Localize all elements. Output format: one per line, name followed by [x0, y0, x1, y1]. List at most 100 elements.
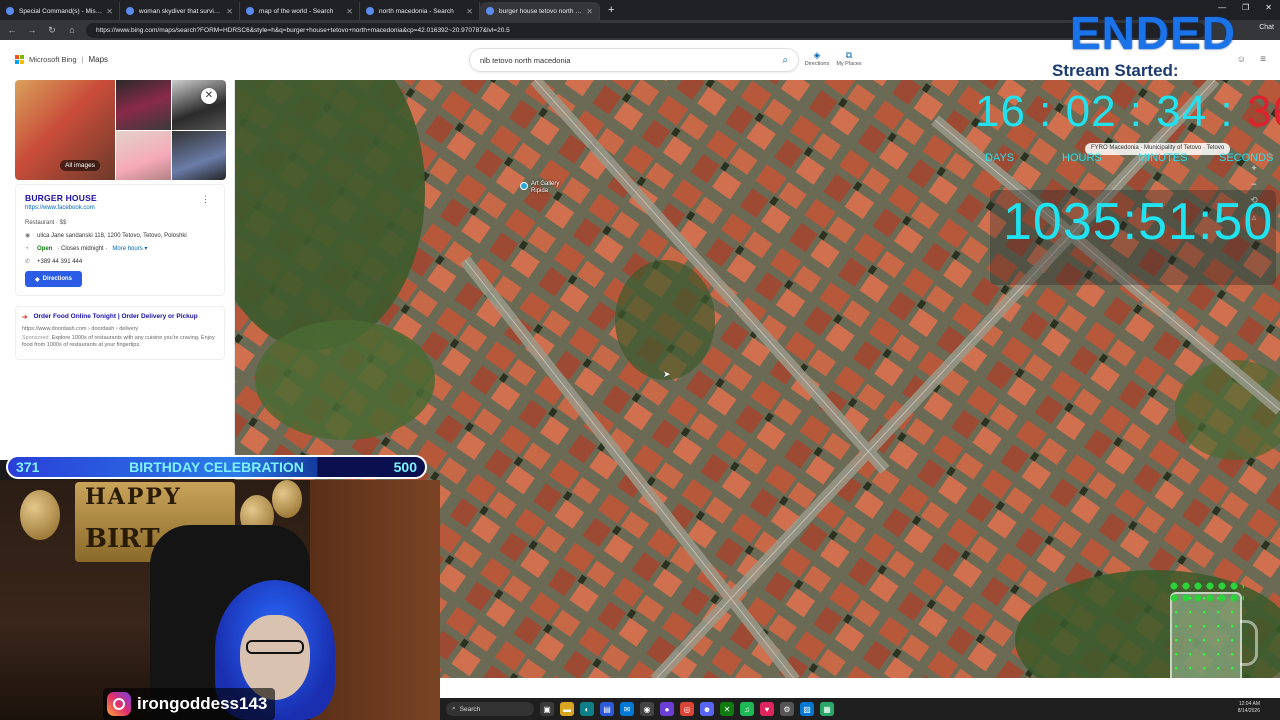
zoom-out-icon[interactable]: − — [1247, 179, 1261, 189]
browser-tab[interactable]: Special Command(s) - MissXss AI ✕ — [0, 2, 120, 20]
tab-close-icon[interactable]: ✕ — [226, 7, 233, 16]
browser-tab[interactable]: woman skydiver that survived para✕ — [120, 2, 240, 20]
my-places-button[interactable]: ⧉ My Places — [832, 50, 866, 67]
place-image[interactable] — [116, 131, 171, 180]
search-icon: ⌕ — [452, 705, 456, 712]
close-window-icon[interactable]: ✕ — [1265, 3, 1272, 12]
ad-title[interactable]: Order Food Online Tonight | Order Delive… — [33, 313, 197, 321]
camera-icon[interactable]: ◉ — [640, 702, 654, 716]
sponsored-ad[interactable]: ➔ Order Food Online Tonight | Order Deliv… — [15, 306, 225, 360]
ad-description: Explore 1000s of restaurants with any cu… — [22, 335, 215, 349]
my-places-label: My Places — [836, 61, 862, 67]
edge-icon[interactable]: ◐ — [580, 702, 594, 716]
tab-close-icon[interactable]: ✕ — [466, 7, 473, 16]
search-value: nlb tetovo north macedonia — [480, 55, 571, 65]
photos-icon[interactable]: ▨ — [800, 702, 814, 716]
app-icon[interactable]: ▦ — [820, 702, 834, 716]
spotify-icon[interactable]: ♫ — [740, 702, 754, 716]
chrome-icon[interactable]: ◎ — [680, 702, 694, 716]
business-name[interactable]: BURGER HOUSE — [25, 193, 215, 203]
tab-close-icon[interactable]: ✕ — [586, 7, 593, 16]
clock-seconds: 36 — [1246, 87, 1280, 136]
tab-favicon-icon — [246, 7, 254, 15]
business-url[interactable]: https://www.facebook.com — [25, 205, 215, 211]
file-explorer-icon[interactable]: ▬ — [560, 702, 574, 716]
new-tab-button[interactable]: + — [600, 4, 622, 16]
outlook-icon[interactable]: ✉ — [620, 702, 634, 716]
tab-favicon-icon — [126, 7, 134, 15]
app-pin-icon[interactable]: ♥ — [760, 702, 774, 716]
phone-text[interactable]: +389 44 391 444 — [37, 259, 82, 265]
microsoft-logo-icon — [15, 55, 24, 64]
bing-logo[interactable]: Microsoft Bing | Maps — [15, 55, 108, 64]
tab-label: map of the world - Search — [259, 7, 334, 15]
settings-icon[interactable]: ⚙ — [780, 702, 794, 716]
tab-label: Special Command(s) - MissXss AI — [19, 7, 102, 15]
clock-date: 8/14/2026 — [1237, 707, 1260, 714]
more-options-icon[interactable]: ⋮ — [201, 194, 210, 205]
place-image[interactable] — [172, 131, 226, 180]
back-icon[interactable]: ← — [6, 25, 18, 35]
clock-label-minutes: MINUTES — [1138, 152, 1188, 164]
chat-button[interactable]: Chat — [1259, 24, 1274, 31]
map-bottom-strip — [440, 678, 1280, 698]
elapsed-timer: 1035:51:50 — [1003, 193, 1274, 251]
directions-header-button[interactable]: ◈ Directions — [800, 50, 834, 67]
place-details-panel: All images ✕ BURGER HOUSE ⋮ https://www.… — [0, 80, 235, 460]
more-hours-link[interactable]: More hours ▾ — [112, 245, 147, 252]
banner-text-2: BIRT — [85, 524, 160, 554]
taskbar-search[interactable]: ⌕ Search — [446, 702, 534, 716]
clock-time: 12:04 AM — [1238, 701, 1260, 707]
maximize-icon[interactable]: ❐ — [1242, 3, 1249, 12]
tab-close-icon[interactable]: ✕ — [106, 7, 113, 16]
store-icon[interactable]: ▤ — [600, 702, 614, 716]
hours-row: ◔ Open · Closes midnight · More hours ▾ — [25, 245, 215, 253]
tab-favicon-icon — [366, 7, 374, 15]
tab-label: woman skydiver that survived para — [139, 7, 223, 15]
obs-icon[interactable]: ● — [660, 702, 674, 716]
ad-body: Sponsored Explore 1000s of restaurants wi… — [22, 335, 218, 350]
close-panel-icon[interactable]: ✕ — [201, 88, 217, 104]
address-bar[interactable]: https://www.bing.com/maps/search?FORM=HD… — [86, 22, 1206, 38]
ad-title-row: ➔ Order Food Online Tonight | Order Deliv… — [22, 313, 218, 321]
directions-button-label: Directions — [42, 276, 72, 282]
directions-arrow-icon: ◆ — [35, 276, 40, 283]
goal-title: BIRTHDAY CELEBRATION — [129, 459, 304, 475]
poi-name: Art Gallery — [531, 181, 560, 187]
ad-url[interactable]: https://www.doordash.com › doordash › de… — [22, 326, 218, 332]
zoom-in-icon[interactable]: + — [1247, 163, 1261, 173]
browser-tab-active[interactable]: burger house tetovo north macedo ✕ — [480, 2, 600, 20]
maps-search-input[interactable]: nlb tetovo north macedonia ⌕ — [470, 49, 798, 71]
clock-label-seconds: SECONDS — [1219, 152, 1274, 164]
user-avatar-icon[interactable]: ☺ — [1237, 54, 1246, 64]
poi-label: Art Gallery Ripida — [531, 181, 559, 194]
address-row: ◉ ulica Jane sandanski 118, 1200 Tetovo, … — [25, 232, 215, 240]
taskbar-clock[interactable]: 12:04 AM 8/14/2026 — [1238, 701, 1260, 714]
menu-icon[interactable]: ≡ — [1260, 54, 1266, 65]
clock-main: 16 : 02 : 34 : — [975, 87, 1247, 136]
place-image[interactable] — [172, 80, 226, 130]
browser-tab[interactable]: north macedonia - Search ✕ — [360, 2, 480, 20]
place-image[interactable] — [116, 80, 171, 130]
home-icon[interactable]: ⌂ — [66, 25, 78, 35]
mouse-cursor-icon: ➤ — [663, 369, 671, 379]
tab-close-icon[interactable]: ✕ — [346, 7, 353, 16]
clock-label-hours: HOURS — [1062, 152, 1102, 164]
forward-icon[interactable]: → — [26, 25, 38, 35]
discord-icon[interactable]: ☻ — [700, 702, 714, 716]
tab-label: north macedonia - Search — [379, 7, 454, 15]
map-poi-art-gallery[interactable]: Art Gallery Ripida — [520, 181, 559, 194]
browser-tab[interactable]: map of the world - Search ✕ — [240, 2, 360, 20]
brand-name: Microsoft Bing — [29, 55, 77, 64]
tab-label: burger house tetovo north macedo — [499, 7, 582, 15]
place-image-gallery[interactable] — [15, 80, 226, 180]
all-images-button[interactable]: All images — [60, 160, 100, 171]
balloon — [272, 480, 302, 518]
reload-icon[interactable]: ↻ — [46, 25, 58, 36]
xbox-icon[interactable]: ✕ — [720, 702, 734, 716]
search-icon[interactable]: ⌕ — [782, 55, 788, 66]
directions-button[interactable]: ◆ Directions — [25, 271, 82, 287]
address-text: ulica Jane sandanski 118, 1200 Tetovo, T… — [37, 232, 187, 239]
task-view-icon[interactable]: ▣ — [540, 702, 554, 716]
phone-row: ✆ +389 44 391 444 — [25, 258, 215, 266]
